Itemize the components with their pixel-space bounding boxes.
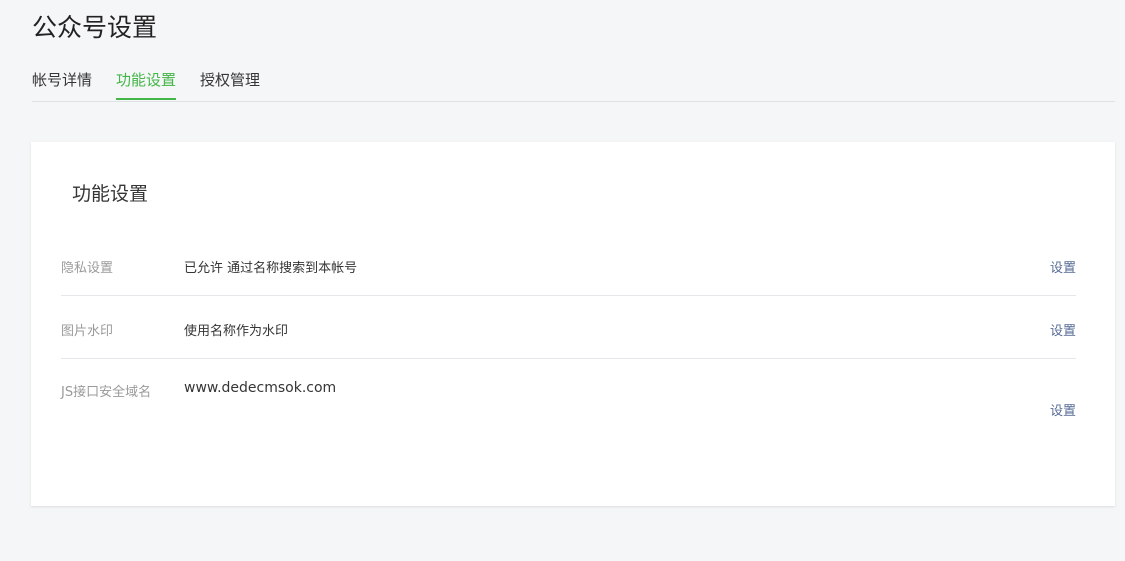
- privacy-settings-value: 已允许 通过名称搜索到本帐号: [184, 261, 358, 276]
- card-title: 功能设置: [72, 183, 149, 205]
- js-domain-value: www.dedecmsok.com: [184, 380, 337, 396]
- js-domain-row: JS接口安全域名 www.dedecmsok.com 设置: [61, 359, 1076, 439]
- image-watermark-button[interactable]: 设置: [1050, 320, 1076, 339]
- privacy-settings-button[interactable]: 设置: [1050, 257, 1076, 276]
- image-watermark-row: 图片水印 使用名称作为水印 设置: [61, 296, 1076, 359]
- image-watermark-label: 图片水印: [61, 324, 114, 339]
- function-settings-card: 功能设置 隐私设置 已允许 通过名称搜索到本帐号 设置 图片水印 使用名称作为水…: [31, 142, 1115, 506]
- js-domain-label: JS接口安全域名: [61, 385, 152, 400]
- page-title: 公众号设置: [32, 13, 158, 42]
- image-watermark-value: 使用名称作为水印: [184, 324, 289, 339]
- js-domain-button[interactable]: 设置: [1050, 400, 1076, 419]
- settings-page: 公众号设置 帐号详情 功能设置 授权管理 功能设置 隐私设置 已允许 通过名称搜…: [0, 0, 1125, 561]
- tab-function-settings[interactable]: 功能设置: [116, 62, 177, 100]
- privacy-settings-label: 隐私设置: [61, 261, 114, 276]
- tab-authorization-management[interactable]: 授权管理: [200, 62, 260, 100]
- tab-account-details[interactable]: 帐号详情: [32, 62, 92, 100]
- privacy-settings-row: 隐私设置 已允许 通过名称搜索到本帐号 设置: [61, 234, 1076, 296]
- tab-bar: 帐号详情 功能设置 授权管理: [32, 62, 1115, 102]
